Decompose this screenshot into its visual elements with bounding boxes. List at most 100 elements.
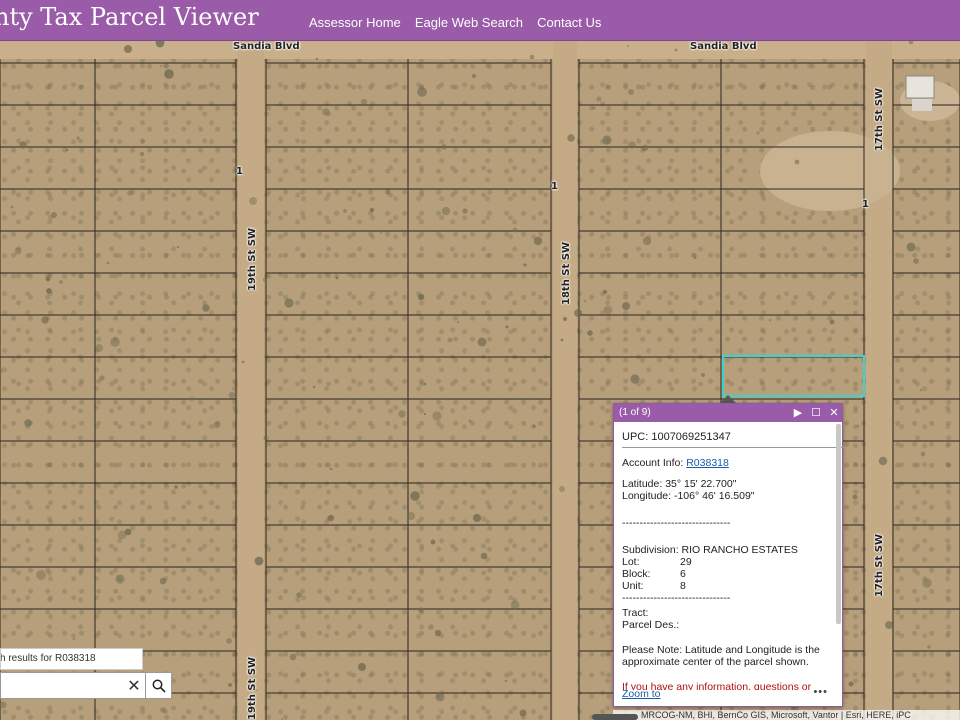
- shrub: [560, 338, 564, 342]
- shrub: [110, 337, 120, 347]
- shrub: [289, 653, 297, 661]
- shrub: [159, 64, 163, 68]
- shrub: [693, 256, 697, 260]
- coordinate-note: Please Note: Latitude and Longitude is t…: [622, 644, 820, 668]
- nav-eagle-web-search[interactable]: Eagle Web Search: [415, 15, 523, 30]
- search-button[interactable]: [145, 673, 172, 698]
- shrub: [41, 316, 49, 324]
- shrub: [642, 236, 652, 246]
- shrub: [756, 131, 760, 135]
- popup-scrollbar[interactable]: [836, 424, 841, 624]
- shrub: [592, 106, 596, 110]
- shrub: [228, 391, 236, 399]
- shrub: [59, 280, 63, 284]
- shrub: [124, 45, 132, 53]
- shrub: [228, 683, 232, 687]
- shrub: [164, 69, 174, 79]
- shrub: [19, 141, 27, 149]
- shrub: [920, 451, 926, 457]
- search-result-item[interactable]: ch results for R038318: [1, 653, 96, 664]
- shrub: [472, 513, 482, 523]
- shrub: [322, 108, 330, 116]
- shrub: [701, 373, 705, 377]
- clear-icon[interactable]: ✕: [125, 676, 143, 695]
- street-number-label: 1: [236, 166, 243, 177]
- account-info: Account Info: R038318: [622, 457, 844, 469]
- shrub: [423, 382, 427, 386]
- app-title: nty Tax Parcel Viewer: [0, 3, 259, 31]
- search-icon: [152, 679, 166, 693]
- building: [912, 99, 932, 111]
- shrub: [562, 316, 568, 322]
- shrub: [254, 556, 264, 566]
- shrub: [398, 410, 406, 418]
- shrub: [628, 141, 636, 149]
- shrub: [124, 528, 132, 536]
- shrub: [226, 638, 232, 644]
- shrub: [10, 205, 14, 209]
- shrub: [441, 144, 447, 150]
- shrub: [284, 298, 294, 308]
- shrub: [0, 701, 7, 709]
- selected-parcel-highlight[interactable]: [722, 355, 865, 397]
- shrub: [417, 87, 427, 97]
- shrub: [14, 247, 22, 255]
- shrub: [312, 385, 316, 389]
- shrub: [906, 242, 916, 252]
- close-icon[interactable]: ✕: [828, 406, 840, 420]
- latitude: Latitude: 35° 15' 22.700": [622, 478, 737, 490]
- longitude: Longitude: -106° 46' 16.509": [622, 490, 755, 502]
- street-label-sandia: Sandia Blvd: [690, 41, 757, 52]
- shrub: [885, 621, 893, 629]
- shrub: [471, 73, 477, 79]
- account-link[interactable]: R038318: [686, 457, 729, 469]
- search-results-list[interactable]: ch results for R038318: [0, 648, 143, 670]
- shrub: [385, 189, 391, 195]
- shrub: [630, 374, 640, 384]
- shrub: [852, 494, 858, 500]
- shrub: [115, 574, 125, 584]
- nav-contact-us[interactable]: Contact Us: [537, 15, 601, 30]
- shrub: [559, 486, 565, 492]
- shrub: [406, 511, 416, 521]
- shrub: [36, 570, 46, 580]
- shrub: [919, 388, 923, 392]
- street-label-17th: 17th St SW: [874, 88, 885, 151]
- next-feature-icon[interactable]: ▶: [792, 406, 804, 420]
- shrub: [462, 208, 468, 214]
- road-18th: [553, 41, 577, 720]
- shrub: [532, 424, 536, 428]
- shrub: [794, 159, 800, 165]
- shrub: [477, 337, 487, 347]
- shrub: [329, 467, 333, 471]
- app-header: nty Tax Parcel Viewer Assessor Home Eagl…: [0, 0, 960, 41]
- shrub: [533, 236, 543, 246]
- shrub: [603, 305, 613, 315]
- shrub: [262, 277, 268, 283]
- shrub: [174, 485, 178, 489]
- search-input[interactable]: [1, 673, 129, 698]
- nav-assessor-home[interactable]: Assessor Home: [309, 15, 401, 30]
- shrub: [510, 600, 520, 610]
- shrub: [72, 637, 76, 641]
- shrub: [457, 321, 459, 323]
- shrub: [315, 57, 319, 61]
- shrub: [430, 539, 436, 545]
- street-number-label: 1: [551, 181, 558, 192]
- lot-label: Lot:: [622, 556, 640, 568]
- popup-pointer: [720, 395, 736, 403]
- shrub: [512, 227, 518, 233]
- road-sandia: [0, 41, 960, 59]
- street-label-18th: 18th St SW: [561, 242, 572, 305]
- unit-label: Unit:: [622, 580, 644, 592]
- shrub: [127, 190, 133, 196]
- zoom-to-link[interactable]: Zoom to: [622, 688, 661, 700]
- maximize-icon[interactable]: ☐: [810, 406, 822, 420]
- shrub: [296, 592, 302, 598]
- unit-value: 8: [680, 580, 686, 592]
- popup-footer: Zoom to •••: [622, 686, 834, 702]
- shrub: [335, 276, 339, 280]
- shrub: [0, 368, 3, 374]
- shrub: [46, 288, 52, 294]
- more-actions-icon[interactable]: •••: [813, 686, 828, 698]
